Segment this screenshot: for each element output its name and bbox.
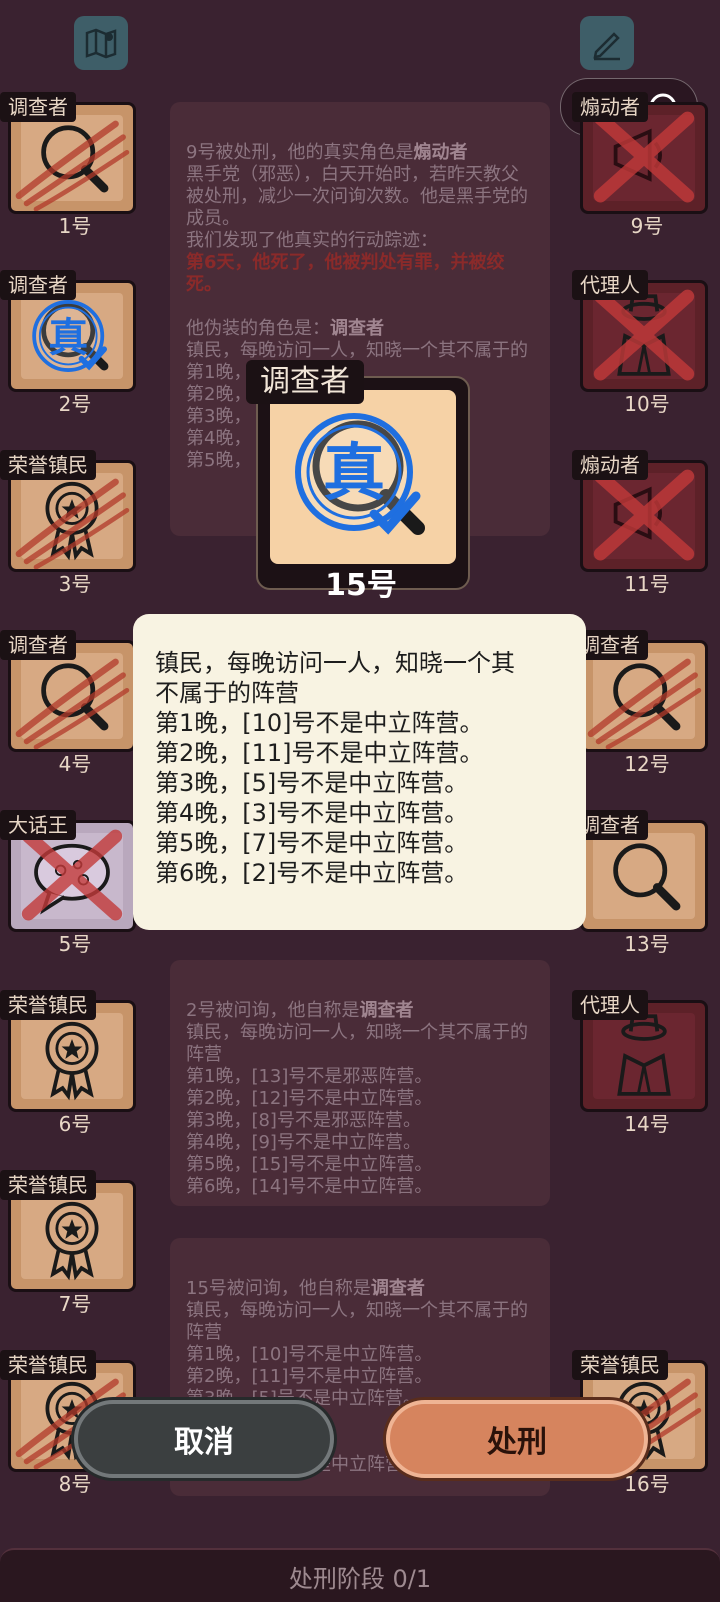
selected-player-card: 真 bbox=[256, 376, 470, 590]
popup-line: 不属于的阵营 bbox=[155, 679, 299, 707]
player-role-label: 荣誉镇民 bbox=[0, 1170, 96, 1200]
player-number: 13号 bbox=[624, 932, 670, 956]
log-text: 15号被问询，他自称是 bbox=[186, 1278, 371, 1299]
popup-line: 第5晚，[7]号不是中立阵营。 bbox=[155, 829, 469, 857]
log-text: 2号被问询，他自称是 bbox=[186, 1000, 360, 1021]
player-number: 1号 bbox=[58, 214, 92, 238]
log-role: 调查者 bbox=[330, 318, 384, 339]
popup-line: 第6晚，[2]号不是中立阵营。 bbox=[155, 859, 469, 887]
player-card-10号[interactable]: 代理人 10号 bbox=[572, 270, 708, 416]
popup-line: 第2晚，[11]号不是中立阵营。 bbox=[155, 739, 484, 767]
player-card-1号[interactable]: 调查者 1号 bbox=[0, 92, 136, 238]
player-card-14号[interactable]: 代理人 14号 bbox=[572, 990, 708, 1136]
message-log-query-2: 2号被问询，他自称是调查者 镇民，每晚访问一人，知晓一个其不属于的阵营 第1晚，… bbox=[170, 960, 550, 1206]
svg-text:真: 真 bbox=[48, 315, 88, 361]
player-card-6号[interactable]: 荣誉镇民 6号 bbox=[0, 990, 136, 1136]
log-text: 镇民，每晚访问一人，知晓一个其不属于的阵营 第1晚，[13]号不是邪恶阵营。 第… bbox=[186, 1022, 528, 1197]
player-number: 2号 bbox=[58, 392, 92, 416]
phase-bar: 处刑阶段 0/1 bbox=[0, 1548, 720, 1602]
execute-button[interactable]: 处刑 bbox=[386, 1400, 648, 1478]
log-role: 煽动者 bbox=[413, 142, 468, 163]
player-role-label: 荣誉镇民 bbox=[0, 1350, 96, 1380]
player-number: 9号 bbox=[630, 214, 664, 238]
svg-text:真: 真 bbox=[323, 436, 385, 509]
pen-note-icon bbox=[593, 32, 620, 61]
player-role-label: 调查者 bbox=[0, 630, 76, 660]
map-icon bbox=[85, 28, 117, 59]
cancel-button[interactable]: 取消 bbox=[74, 1400, 334, 1478]
log-text: 黑手党（邪恶），白天开始时，若昨天教父被处刑，减少一次问询次数。他是黑手党的成员… bbox=[186, 164, 528, 251]
player-card-4号[interactable]: 调查者 4号 bbox=[0, 630, 136, 776]
magnifier-icon: 真 bbox=[295, 413, 425, 535]
player-number: 11号 bbox=[624, 572, 670, 596]
player-role-label: 调查者 bbox=[0, 270, 76, 300]
role-info-popup: 镇民，每晚访问一人，知晓一个其 不属于的阵营 第1晚，[10]号不是中立阵营。 … bbox=[133, 614, 586, 930]
selected-player-number: 15号 bbox=[325, 568, 397, 603]
player-card-3号[interactable]: 荣誉镇民 3号 bbox=[0, 450, 136, 596]
selected-player-role: 调查者 bbox=[246, 360, 364, 404]
player-number: 4号 bbox=[58, 752, 92, 776]
log-death-record: 第6天，他死了，他被判处有罪，并被绞死。 bbox=[186, 252, 505, 295]
phase-status: 处刑阶段 0/1 bbox=[288, 1564, 432, 1593]
player-card-9号[interactable]: 煽动者 9号 bbox=[572, 92, 708, 238]
player-role-label: 荣誉镇民 bbox=[572, 1350, 668, 1380]
player-role-label: 煽动者 bbox=[572, 92, 648, 122]
popup-line: 镇民，每晚访问一人，知晓一个其 bbox=[155, 649, 515, 677]
player-role-label: 大话王 bbox=[0, 810, 76, 840]
player-card-5号[interactable]: 大话王 5号 bbox=[0, 810, 136, 956]
selected-card-face: 真 bbox=[270, 390, 456, 564]
log-text: 他伪装的角色是： bbox=[186, 318, 330, 339]
map-button[interactable] bbox=[74, 16, 128, 70]
player-card-2号[interactable]: 真 调查者 2号 bbox=[0, 270, 136, 416]
notes-button[interactable] bbox=[580, 16, 634, 70]
player-role-label: 荣誉镇民 bbox=[0, 990, 96, 1020]
player-card-11号[interactable]: 煽动者 11号 bbox=[572, 450, 708, 596]
player-role-label: 代理人 bbox=[572, 990, 648, 1020]
player-number: 14号 bbox=[624, 1112, 670, 1136]
player-number: 10号 bbox=[624, 392, 670, 416]
log-role: 调查者 bbox=[370, 1278, 425, 1299]
player-role-label: 代理人 bbox=[572, 270, 648, 300]
player-card-13号[interactable]: 调查者 13号 bbox=[572, 810, 708, 956]
player-role-label: 调查者 bbox=[0, 92, 76, 122]
player-role-label: 荣誉镇民 bbox=[0, 450, 96, 480]
log-text: 9号被处刑，他的真实角色是 bbox=[186, 142, 414, 163]
player-number: 5号 bbox=[58, 932, 92, 956]
player-card-12号[interactable]: 调查者 12号 bbox=[572, 630, 708, 776]
popup-line: 第4晚，[3]号不是中立阵营。 bbox=[155, 799, 469, 827]
player-number: 7号 bbox=[58, 1292, 92, 1316]
game-screen: { "top_icons": { "map": "map-icon", "not… bbox=[0, 0, 720, 1602]
player-number: 6号 bbox=[58, 1112, 92, 1136]
popup-line: 第3晚，[5]号不是中立阵营。 bbox=[155, 769, 469, 797]
player-number: 3号 bbox=[58, 572, 92, 596]
player-number: 12号 bbox=[624, 752, 670, 776]
player-card-7号[interactable]: 荣誉镇民 7号 bbox=[0, 1170, 136, 1316]
log-role: 调查者 bbox=[359, 1000, 414, 1021]
player-role-label: 煽动者 bbox=[572, 450, 648, 480]
true-stamp-icon: 真 bbox=[295, 413, 421, 535]
popup-line: 第1晚，[10]号不是中立阵营。 bbox=[155, 709, 484, 737]
